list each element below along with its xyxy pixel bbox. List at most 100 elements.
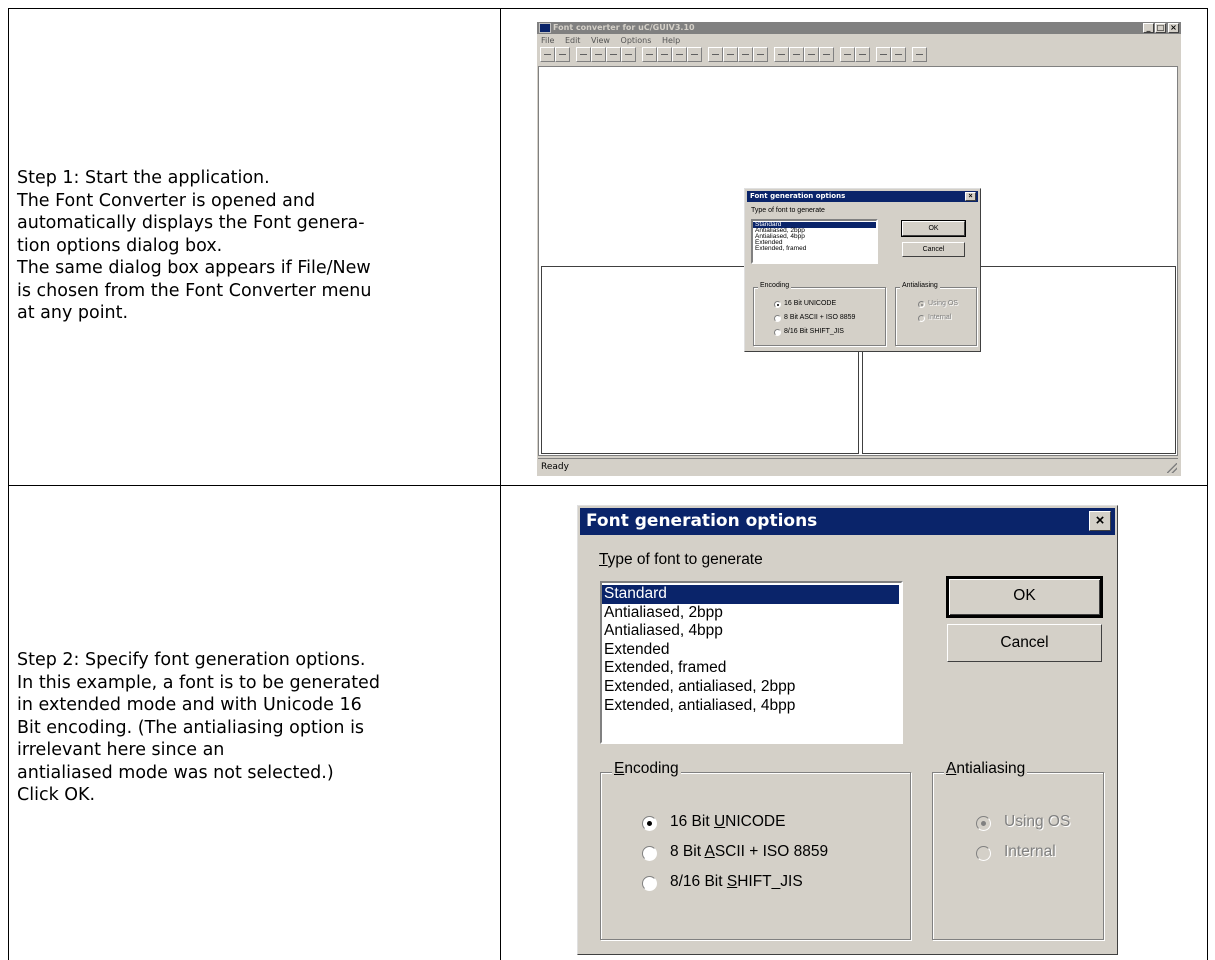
- list-item[interactable]: Extended, framed: [602, 659, 901, 678]
- radio-shift-jis[interactable]: [774, 329, 781, 336]
- toolbar-button[interactable]: [672, 47, 687, 62]
- app-icon: [539, 23, 551, 33]
- toolbar-button[interactable]: [576, 47, 591, 62]
- table-border-top: [8, 8, 1208, 9]
- step1-line: tion options dialog box.: [17, 235, 223, 256]
- table-row-divider: [8, 485, 1208, 486]
- step2-line: Click OK.: [17, 785, 96, 805]
- radio-ascii-label: 8 Bit ASCII + ISO 8859: [670, 843, 828, 861]
- list-item[interactable]: Antialiased, 2bpp: [602, 604, 901, 623]
- toolbar-button[interactable]: [891, 47, 906, 62]
- ok-button[interactable]: OK: [946, 576, 1103, 618]
- toolbar-button[interactable]: [642, 47, 657, 62]
- list-item[interactable]: Extended: [602, 641, 901, 660]
- font-type-label: Type of font to generate: [599, 551, 763, 569]
- toolbar-button[interactable]: [723, 47, 738, 62]
- save-icon[interactable]: [555, 47, 570, 62]
- step2-line: antialiased mode was not selected.): [17, 762, 334, 783]
- radio-internal[interactable]: [918, 315, 925, 322]
- step2-line: Step 2: Specify font generation options.: [17, 650, 366, 670]
- cancel-button[interactable]: Cancel: [902, 242, 965, 257]
- radio-unicode[interactable]: [642, 816, 657, 831]
- dialog-title-bar: Font generation options: [580, 508, 1115, 535]
- ok-button[interactable]: OK: [901, 220, 966, 237]
- dialog-title-bar: Font generation options: [747, 191, 978, 202]
- cancel-button[interactable]: Cancel: [947, 624, 1102, 662]
- app-menu-bar: File Edit View Options Help: [541, 36, 688, 45]
- radio-using-os-label: Using OS: [928, 300, 958, 307]
- menu-view[interactable]: View: [591, 36, 610, 45]
- radio-ascii-text-a: 8 Bit: [670, 843, 705, 860]
- toolbar-button[interactable]: [657, 47, 672, 62]
- list-item[interactable]: Extended, antialiased, 2bpp: [602, 678, 901, 697]
- radio-using-os[interactable]: [976, 816, 991, 831]
- radio-ascii-text-b: SCII + ISO 8859: [714, 843, 829, 860]
- maximize-icon[interactable]: □: [1155, 23, 1166, 33]
- radio-shift-jis-label: 8/16 Bit SHIFT_JIS: [784, 328, 844, 335]
- toolbar-button[interactable]: [708, 47, 723, 62]
- toolbar-button[interactable]: [804, 47, 819, 62]
- radio-using-os[interactable]: [918, 301, 925, 308]
- toolbar-button[interactable]: [876, 47, 891, 62]
- toolbar-button[interactable]: [591, 47, 606, 62]
- toolbar-button[interactable]: [621, 47, 636, 62]
- toolbar-button[interactable]: [738, 47, 753, 62]
- menu-file[interactable]: File: [541, 36, 554, 45]
- app-client-area: Font generation options × Type of font t…: [538, 66, 1178, 456]
- toolbar-button[interactable]: [687, 47, 702, 62]
- radio-unicode-text-a: 16 Bit: [670, 813, 714, 830]
- step2-line: in extended mode and with Unicode 16: [17, 695, 362, 715]
- radio-unicode-label: 16 Bit UNICODE: [670, 813, 785, 831]
- radio-shift-jis[interactable]: [642, 876, 657, 891]
- toolbar-button[interactable]: [840, 47, 855, 62]
- step2-line: irrelevant here since an: [17, 740, 225, 760]
- step1-line: automatically displays the Font genera-: [17, 213, 365, 233]
- font-type-label-text: ype of font to generate: [607, 551, 763, 568]
- radio-shift-jis-text-b: HIFT_JIS: [737, 873, 803, 890]
- toolbar-button[interactable]: [912, 47, 927, 62]
- font-type-list[interactable]: Standard Antialiased, 2bpp Antialiased, …: [751, 219, 878, 264]
- list-item[interactable]: Standard: [602, 585, 899, 604]
- radio-shift-jis-mnemonic: S: [726, 873, 738, 890]
- step1-line: is chosen from the Font Converter menu: [17, 280, 372, 301]
- dialog-title: Font generation options: [586, 511, 818, 531]
- step2-line: Bit encoding. (The antialiasing option i…: [17, 717, 365, 738]
- step1-description: Step 1: Start the application. The Font …: [17, 167, 371, 325]
- antialiasing-label-mnemonic: A: [946, 760, 957, 777]
- list-item[interactable]: Antialiased, 4bpp: [602, 622, 901, 641]
- encoding-label-mnemonic: E: [614, 760, 625, 777]
- toolbar-button[interactable]: [789, 47, 804, 62]
- toolbar-button[interactable]: [855, 47, 870, 62]
- radio-internal-label: Internal: [1004, 843, 1056, 860]
- step2-description: Step 2: Specify font generation options.…: [17, 649, 380, 807]
- close-icon[interactable]: ×: [1168, 23, 1179, 33]
- radio-ascii-mnemonic: A: [704, 843, 715, 860]
- list-item[interactable]: Extended, framed: [753, 245, 876, 252]
- radio-ascii-label: 8 Bit ASCII + ISO 8859: [784, 314, 856, 321]
- font-type-label: Type of font to generate: [751, 207, 825, 214]
- minimize-icon[interactable]: _: [1143, 23, 1154, 33]
- close-icon[interactable]: ×: [1089, 511, 1111, 531]
- encoding-group-label: Encoding: [758, 282, 792, 289]
- list-item[interactable]: Extended, antialiased, 4bpp: [602, 697, 901, 716]
- toolbar-button[interactable]: [606, 47, 621, 62]
- menu-edit[interactable]: Edit: [565, 36, 581, 45]
- radio-unicode-text-b: NICODE: [725, 813, 786, 830]
- encoding-group-label: Encoding: [612, 760, 681, 778]
- radio-ascii[interactable]: [642, 846, 657, 861]
- resize-grip-icon[interactable]: [1167, 463, 1177, 473]
- radio-ascii[interactable]: [774, 315, 781, 322]
- toolbar-button[interactable]: [753, 47, 768, 62]
- radio-internal[interactable]: [976, 846, 991, 861]
- menu-help[interactable]: Help: [662, 36, 680, 45]
- toolbar-button[interactable]: [774, 47, 789, 62]
- new-file-icon[interactable]: [540, 47, 555, 62]
- radio-unicode[interactable]: [774, 301, 781, 308]
- menu-options[interactable]: Options: [621, 36, 652, 45]
- toolbar-button[interactable]: [819, 47, 834, 62]
- font-type-list[interactable]: Standard Antialiased, 2bpp Antialiased, …: [600, 581, 903, 744]
- close-icon[interactable]: ×: [965, 192, 976, 201]
- radio-unicode-mnemonic: U: [713, 813, 726, 830]
- table-column-divider: [500, 8, 501, 960]
- step1-line: The Font Converter is opened and: [17, 190, 316, 211]
